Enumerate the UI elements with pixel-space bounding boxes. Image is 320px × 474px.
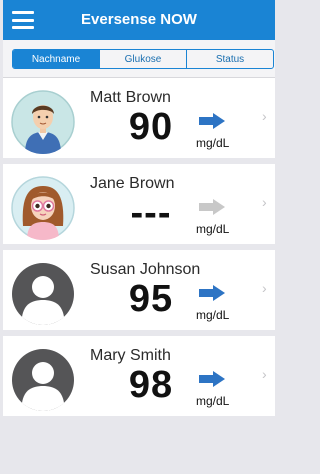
chevron-right-icon: › [262,194,267,210]
glucose-value: 98 [128,364,174,406]
unit-label: mg/dL [196,308,230,322]
user-name: Jane Brown [90,175,175,192]
trend-arrow-right-icon [198,371,226,387]
list-item-susan-johnson[interactable]: Susan Johnson 95 mg/dL › [3,250,275,330]
glucose-value: 95 [128,278,174,320]
trend-arrow-right-icon [198,285,226,301]
trend-arrow-right-icon [198,113,226,129]
unit-label: mg/dL [196,222,230,236]
user-name: Matt Brown [90,89,171,106]
tab-glukose[interactable]: Glukose [100,50,187,68]
default-user-avatar-icon [11,262,75,326]
male-cartoon-avatar-icon [11,90,75,154]
trend-arrow-right-inactive-icon [198,199,226,215]
list-item-matt-brown[interactable]: Matt Brown 90 mg/dL › [3,78,275,158]
list-item-jane-brown[interactable]: Jane Brown --- mg/dL › [3,164,275,244]
app-screen: Eversense NOW Nachname Glukose Status Ma… [3,0,275,474]
chevron-right-icon: › [262,108,267,124]
glucose-value: --- [130,192,172,234]
glucose-value: 90 [128,106,174,148]
chevron-right-icon: › [262,366,267,382]
user-name: Susan Johnson [90,261,201,278]
unit-label: mg/dL [196,394,230,408]
user-name: Mary Smith [90,347,171,364]
app-title: Eversense NOW [81,11,197,28]
tab-nachname[interactable]: Nachname [13,50,100,68]
female-cartoon-avatar-icon [11,176,75,240]
chevron-right-icon: › [262,280,267,296]
tab-status[interactable]: Status [187,50,273,68]
sort-segmented-control: Nachname Glukose Status [12,49,274,69]
unit-label: mg/dL [196,136,230,150]
top-bar: Eversense NOW [3,0,275,40]
list-item-mary-smith[interactable]: Mary Smith 98 mg/dL › [3,336,275,416]
sort-bar: Nachname Glukose Status [3,40,275,78]
default-user-avatar-icon [11,348,75,412]
